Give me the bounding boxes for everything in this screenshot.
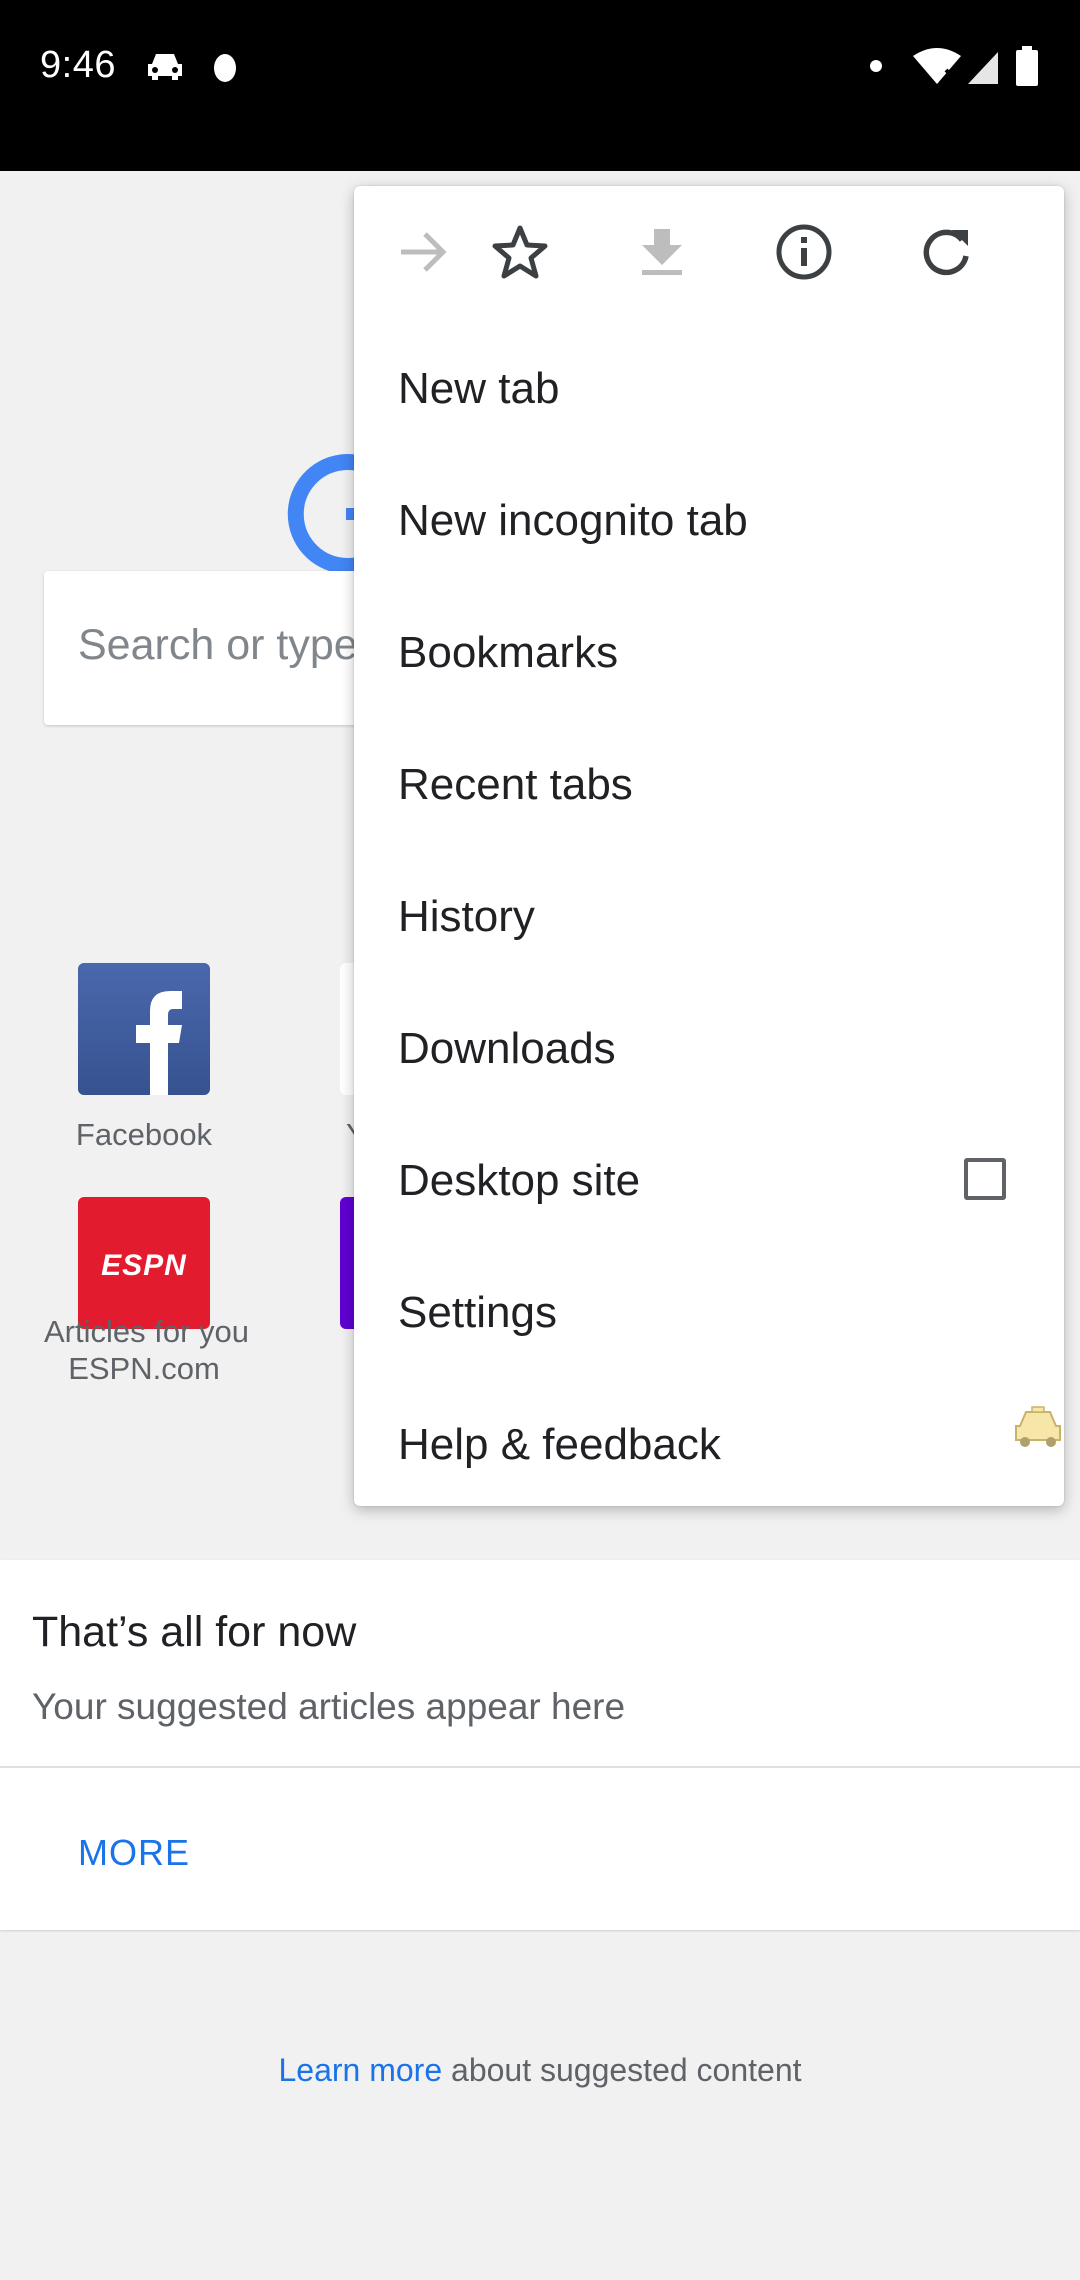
info-icon: [776, 224, 832, 280]
taxi-icon: [1015, 1406, 1061, 1447]
menu-item-downloads[interactable]: Downloads: [354, 978, 1064, 1110]
menu-item-label: New tab: [398, 364, 560, 413]
download-icon: [642, 229, 682, 275]
bookmark-button[interactable]: [484, 216, 556, 288]
signal-icon: [968, 52, 998, 84]
feed-subtitle: Your suggested articles appear here: [32, 1686, 626, 1727]
menu-item-label: New incognito tab: [398, 496, 748, 545]
tile-espn[interactable]: ESPN ESPN.com: [54, 1197, 234, 1387]
learn-more-link[interactable]: Learn more: [278, 2052, 442, 2088]
menu-item-history[interactable]: History: [354, 846, 1064, 978]
espn-icon: ESPN: [78, 1197, 210, 1329]
more-button[interactable]: MORE: [78, 1832, 190, 1874]
menu-item-label: Help & feedback: [398, 1420, 721, 1469]
menu-item-bookmarks[interactable]: Bookmarks: [354, 582, 1064, 714]
battery-icon: [1016, 46, 1038, 86]
app-menu: New tab New incognito tab Bookmarks Rece…: [354, 186, 1064, 1506]
tile-label: Facebook: [75, 1117, 213, 1152]
forward-button[interactable]: [388, 216, 460, 288]
menu-item-settings[interactable]: Settings: [354, 1242, 1064, 1374]
svg-text:ESPN: ESPN: [101, 1249, 187, 1282]
status-bar: 9:46: [0, 0, 1080, 171]
menu-item-new-incognito-tab[interactable]: New incognito tab: [354, 450, 1064, 582]
notification-dot-icon: [214, 54, 236, 82]
download-button[interactable]: [626, 216, 698, 288]
menu-item-label: Bookmarks: [398, 628, 619, 677]
menu-item-label: Settings: [398, 1288, 557, 1337]
feed-card: That’s all for now Your suggested articl…: [0, 1560, 1080, 1930]
menu-item-label: Downloads: [398, 1024, 616, 1073]
taxi-icon: [148, 54, 182, 80]
feed-title: That’s all for now: [32, 1608, 357, 1656]
menu-item-label: Recent tabs: [398, 760, 633, 809]
menu-item-new-tab[interactable]: New tab: [354, 318, 1064, 450]
menu-item-label: History: [398, 892, 535, 941]
page-info-button[interactable]: [768, 216, 840, 288]
facebook-icon: [78, 963, 210, 1095]
refresh-button[interactable]: [910, 216, 982, 288]
refresh-icon: [923, 229, 969, 276]
search-placeholder: Search or type: [78, 621, 358, 669]
wifi-icon: [913, 48, 961, 84]
desktop-site-checkbox[interactable]: [964, 1158, 1006, 1200]
menu-item-label: Desktop site: [398, 1156, 641, 1205]
tile-facebook[interactable]: Facebook: [54, 963, 234, 1153]
forward-icon: [401, 232, 447, 272]
tile-label: ESPN.com: [68, 1351, 220, 1386]
status-time: 9:46: [40, 44, 116, 86]
dot-icon: [870, 60, 882, 72]
menu-item-desktop-site[interactable]: Desktop site: [354, 1110, 1064, 1242]
learn-more-text: about suggested content: [442, 2052, 802, 2088]
menu-item-recent-tabs[interactable]: Recent tabs: [354, 714, 1064, 846]
learn-more-line: Learn more about suggested content: [0, 2052, 1080, 2089]
articles-header: Articles for you: [44, 1314, 250, 1349]
menu-toolbar: [354, 186, 1064, 318]
menu-item-help-feedback[interactable]: Help & feedback: [354, 1374, 1064, 1506]
bookmark-star-icon: [492, 225, 548, 279]
divider: [0, 1766, 1080, 1768]
